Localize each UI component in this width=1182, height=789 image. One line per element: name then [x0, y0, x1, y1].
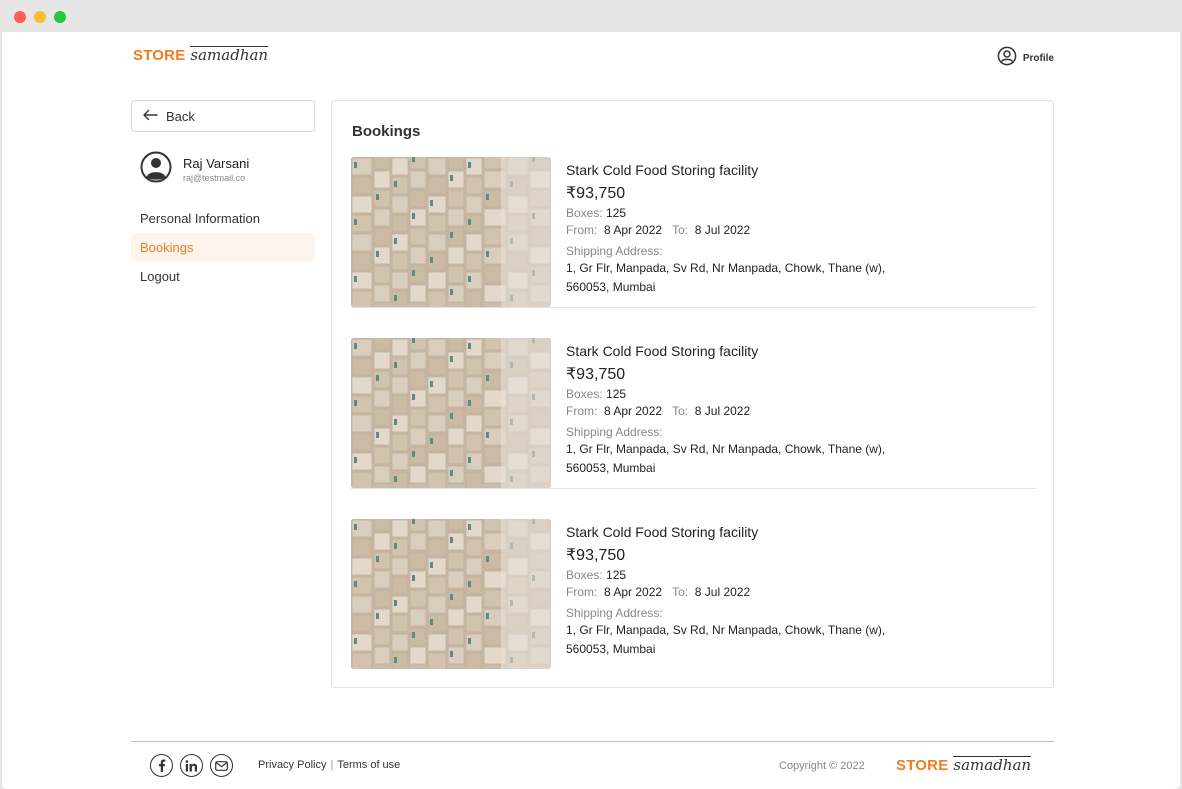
social-links [150, 754, 233, 777]
sidebar-nav: Personal Information Bookings Logout [131, 204, 315, 291]
boxes-value: 125 [606, 387, 627, 401]
user-card: Raj Varsani raj@testmail.co [140, 151, 249, 188]
linkedin-icon[interactable] [180, 754, 203, 777]
booking-price: ₹93,750 [566, 185, 626, 202]
close-window-button[interactable] [14, 11, 26, 23]
to-date: 8 Jul 2022 [694, 585, 751, 599]
logo-store-text: STORE [896, 757, 949, 774]
sidebar-item-logout[interactable]: Logout [131, 262, 315, 291]
logo-samadhan-text: samadhan [953, 756, 1032, 774]
bookings-panel: Bookings Stark Cold Food Storing facilit… [331, 100, 1054, 688]
boxes-label: Boxes: [566, 387, 603, 401]
shipping-address-label: Shipping Address: [566, 244, 663, 258]
footer-divider [131, 741, 1054, 742]
to-label: To: [672, 585, 689, 599]
from-label: From: [566, 404, 598, 418]
profile-link[interactable]: Profile [997, 46, 1054, 71]
user-name: Raj Varsani [183, 156, 250, 171]
shipping-address-line-2: 560053, Mumbai [566, 461, 656, 475]
logo-samadhan-text: samadhan [190, 46, 269, 64]
from-date: 8 Apr 2022 [604, 404, 663, 418]
booking-boxes: Boxes: 125 [566, 387, 1006, 401]
boxes-value: 125 [606, 568, 627, 582]
footer-logo[interactable]: STORE samadhan [896, 756, 1032, 774]
arrow-left-icon [142, 109, 158, 124]
to-date: 8 Jul 2022 [694, 404, 751, 418]
header-logo[interactable]: STORE samadhan [133, 46, 269, 64]
sidebar-item-bookings[interactable]: Bookings [131, 233, 315, 262]
booking-boxes: Boxes: 125 [566, 206, 1006, 220]
footer-link-separator: | [330, 759, 334, 771]
booking-card[interactable]: Stark Cold Food Storing facility ₹93,750 B… [351, 157, 1036, 308]
booking-title: Stark Cold Food Storing facility [566, 162, 759, 178]
booking-dates: From: 8 Apr 2022 To: 8 Jul 2022 [566, 223, 1006, 237]
avatar [140, 151, 172, 188]
user-email: raj@testmail.co [183, 173, 246, 183]
booking-thumbnail [351, 157, 551, 307]
booking-card[interactable]: Stark Cold Food Storing facility ₹93,750 B… [351, 519, 1036, 670]
user-circle-icon [997, 46, 1017, 71]
to-label: To: [672, 404, 689, 418]
shipping-address-line-2: 560053, Mumbai [566, 642, 656, 656]
booking-price: ₹93,750 [566, 366, 626, 383]
back-button[interactable]: Back [131, 100, 315, 132]
from-date: 8 Apr 2022 [604, 585, 663, 599]
shipping-address-line-1: 1, Gr Flr, Manpada, Sv Rd, Nr Manpada, C… [566, 623, 886, 637]
booking-title: Stark Cold Food Storing facility [566, 524, 759, 540]
booking-info: Stark Cold Food Storing facility ₹93,750 B… [566, 343, 1006, 477]
shipping-address-label: Shipping Address: [566, 425, 663, 439]
boxes-value: 125 [606, 206, 627, 220]
shipping-address-line-2: 560053, Mumbai [566, 280, 656, 294]
minimize-window-button[interactable] [34, 11, 46, 23]
to-label: To: [672, 223, 689, 237]
from-date: 8 Apr 2022 [604, 223, 663, 237]
page-title: Bookings [352, 123, 421, 140]
booking-dates: From: 8 Apr 2022 To: 8 Jul 2022 [566, 404, 1006, 418]
booking-thumbnail [351, 519, 551, 669]
copyright-text: Copyright © 2022 [779, 760, 865, 772]
facebook-icon[interactable] [150, 754, 173, 777]
logo-store-text: STORE [133, 47, 186, 64]
maximize-window-button[interactable] [54, 11, 66, 23]
booking-thumbnail [351, 338, 551, 488]
browser-window: STORE samadhan Profile Back Raj Varsani … [0, 0, 1182, 789]
page: STORE samadhan Profile Back Raj Varsani … [2, 32, 1180, 789]
booking-info: Stark Cold Food Storing facility ₹93,750 B… [566, 162, 1006, 296]
shipping-address-label: Shipping Address: [566, 606, 663, 620]
shipping-address-line-1: 1, Gr Flr, Manpada, Sv Rd, Nr Manpada, C… [566, 442, 886, 456]
boxes-label: Boxes: [566, 206, 603, 220]
shipping-address-line-1: 1, Gr Flr, Manpada, Sv Rd, Nr Manpada, C… [566, 261, 886, 275]
sidebar-item-personal-information[interactable]: Personal Information [131, 204, 315, 233]
booking-price: ₹93,750 [566, 547, 626, 564]
to-date: 8 Jul 2022 [694, 223, 751, 237]
boxes-label: Boxes: [566, 568, 603, 582]
booking-boxes: Boxes: 125 [566, 568, 1006, 582]
from-label: From: [566, 223, 598, 237]
profile-label: Profile [1022, 53, 1054, 64]
booking-title: Stark Cold Food Storing facility [566, 343, 759, 359]
back-label: Back [166, 108, 195, 124]
booking-card[interactable]: Stark Cold Food Storing facility ₹93,750 B… [351, 338, 1036, 489]
from-label: From: [566, 585, 598, 599]
privacy-policy-link[interactable]: Privacy Policy [258, 759, 326, 771]
booking-dates: From: 8 Apr 2022 To: 8 Jul 2022 [566, 585, 1006, 599]
mail-icon[interactable] [210, 754, 233, 777]
footer-links: Privacy Policy | Terms of use [258, 759, 400, 771]
terms-of-use-link[interactable]: Terms of use [337, 759, 400, 771]
booking-info: Stark Cold Food Storing facility ₹93,750 B… [566, 524, 1006, 658]
window-titlebar [0, 0, 1182, 32]
